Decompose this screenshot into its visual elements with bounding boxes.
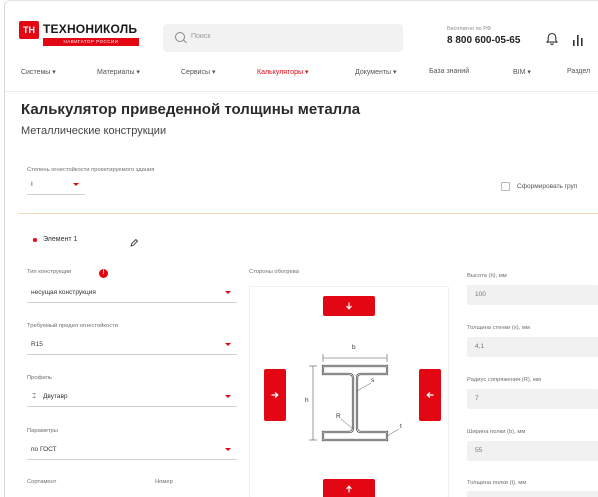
nav-item-bim[interactable]: BIM ▾ xyxy=(513,68,531,76)
site-header: ТН ТЕХНОНИКОЛЬ НАВИГАТОР РОССИИ Поиск Бе… xyxy=(5,1,598,59)
radius-field: 7 xyxy=(467,389,598,409)
element-bullet-icon xyxy=(33,238,37,242)
flange-thickness-label: Толщина полки (t), мм xyxy=(467,480,527,486)
profile-value: Двутавр xyxy=(43,393,68,400)
height-label: Высота (h), мм xyxy=(467,273,507,279)
logo-text: ТЕХНОНИКОЛЬ xyxy=(43,22,138,36)
web-thickness-label: Толщина стенки (s), мм xyxy=(467,325,530,331)
fire-limit-select[interactable]: R15 xyxy=(27,337,237,355)
chevron-down-icon xyxy=(225,448,231,451)
parameters-select[interactable]: по ГОСТ xyxy=(27,442,237,460)
main-nav: Системы ▾ Материалы ▾ Сервисы ▾ Калькуля… xyxy=(5,68,598,84)
i-beam-drawing: b h s R t xyxy=(295,341,425,451)
parameters-label: Параметры xyxy=(27,428,58,434)
fire-degree-select[interactable]: I xyxy=(27,177,85,195)
nav-item-materials[interactable]: Материалы ▾ xyxy=(97,68,140,76)
assortment-label: Сортамент xyxy=(27,479,57,485)
search-placeholder: Поиск xyxy=(191,33,211,40)
logo-subtitle: НАВИГАТОР РОССИИ xyxy=(43,38,139,46)
nav-item-systems[interactable]: Системы ▾ xyxy=(21,68,56,76)
element-title[interactable]: Элемент 1 xyxy=(43,236,77,243)
app-window: ТН ТЕХНОНИКОЛЬ НАВИГАТОР РОССИИ Поиск Бе… xyxy=(4,0,598,497)
bell-icon[interactable] xyxy=(545,32,559,46)
profile-label: Профиль xyxy=(27,375,53,381)
web-thickness-field: 4,1 xyxy=(467,337,598,357)
assortment-select[interactable] xyxy=(27,489,145,497)
page-title: Калькулятор приведенной толщины металла xyxy=(21,101,361,118)
construction-type-value: несущая конструкция xyxy=(31,289,96,296)
height-field: 100 xyxy=(467,285,598,305)
search-icon xyxy=(175,32,185,42)
flange-width-value: 55 xyxy=(475,447,483,454)
page-subtitle: Металлические конструкции xyxy=(21,125,167,137)
chevron-down-icon xyxy=(225,291,231,294)
fire-limit-label: Требуемый предел огнестойкости xyxy=(27,323,119,329)
brand-logo[interactable]: ТН ТЕХНОНИКОЛЬ НАВИГАТОР РОССИИ xyxy=(19,21,139,49)
number-label: Номер xyxy=(155,479,173,485)
logo-mark-icon: ТН xyxy=(19,21,39,39)
fire-degree-label: Степень огнестойкости проектируемого зда… xyxy=(27,167,155,173)
nav-item-sections[interactable]: Раздел xyxy=(567,68,590,75)
heat-bottom-button[interactable] xyxy=(323,479,375,497)
phone-caption: Бесплатно по РФ xyxy=(447,26,492,32)
heat-left-button[interactable] xyxy=(264,369,286,421)
group-checkbox-label: Сформировать груп xyxy=(517,183,578,190)
search-input[interactable]: Поиск xyxy=(163,24,403,52)
parameters-value: по ГОСТ xyxy=(31,446,57,453)
dim-r-label: R xyxy=(336,413,341,420)
heat-top-button[interactable] xyxy=(323,296,375,316)
nav-item-calculators[interactable]: Калькуляторы ▾ xyxy=(257,68,308,76)
compare-chart-icon[interactable] xyxy=(571,33,585,46)
nav-item-services[interactable]: Сервисы ▾ xyxy=(181,68,215,76)
chevron-down-icon xyxy=(73,183,79,186)
profile-select[interactable]: Двутавр ⌶ xyxy=(27,389,237,407)
section-divider xyxy=(19,213,598,214)
heating-sides-label: Стороны обогрева xyxy=(249,269,299,275)
info-icon[interactable]: ! xyxy=(99,269,108,278)
dim-s-label: s xyxy=(371,377,375,384)
dim-t-label: t xyxy=(400,423,402,430)
radius-label: Радиус сопряжения (R), мм xyxy=(467,377,542,383)
nav-item-documents[interactable]: Документы ▾ xyxy=(355,68,397,76)
dim-h-label: h xyxy=(305,397,309,404)
web-thickness-value: 4,1 xyxy=(475,343,485,350)
flange-width-label: Ширина полки (b), мм xyxy=(467,429,526,435)
i-beam-profile-icon: ⌶ xyxy=(32,393,37,400)
dim-b-label: b xyxy=(352,344,356,351)
height-value: 100 xyxy=(475,291,486,298)
nav-item-knowledge-base[interactable]: База знаний xyxy=(429,68,469,75)
number-select[interactable] xyxy=(155,489,237,497)
fire-limit-value: R15 xyxy=(31,341,43,348)
chevron-down-icon xyxy=(225,395,231,398)
flange-width-field: 55 xyxy=(467,441,598,461)
group-checkbox[interactable] xyxy=(501,182,510,191)
flange-thickness-field xyxy=(467,491,598,497)
chevron-down-icon xyxy=(225,343,231,346)
phone-number[interactable]: 8 800 600-05-65 xyxy=(447,35,520,46)
construction-type-select[interactable]: несущая конструкция xyxy=(27,285,237,303)
nav-divider xyxy=(5,91,598,92)
radius-value: 7 xyxy=(475,395,479,402)
fire-degree-value: I xyxy=(31,181,33,188)
pencil-icon[interactable] xyxy=(129,235,139,247)
construction-type-label: Тип конструкции xyxy=(27,269,72,275)
